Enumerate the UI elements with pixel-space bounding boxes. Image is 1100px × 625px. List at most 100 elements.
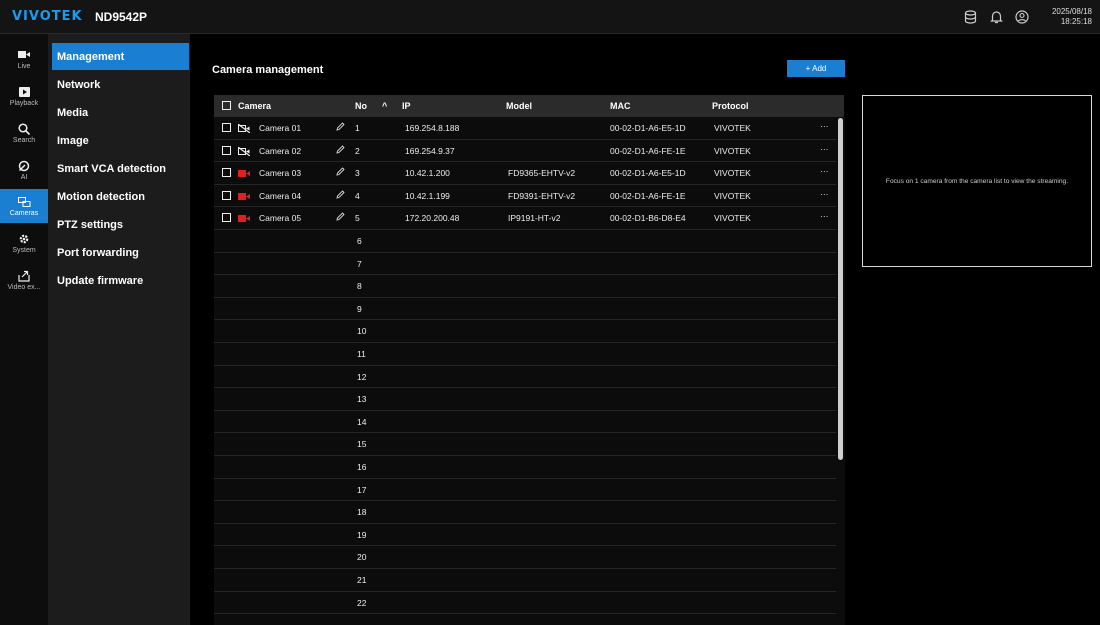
menu-item-media[interactable]: Media: [52, 99, 189, 126]
user-icon[interactable]: [1014, 9, 1030, 25]
col-camera[interactable]: Camera: [238, 101, 271, 111]
rail-item-system[interactable]: System: [0, 226, 48, 260]
page-title: Camera management: [212, 64, 324, 76]
col-ip[interactable]: IP: [402, 101, 411, 111]
table-row[interactable]: 12: [214, 366, 836, 389]
rail-label: Video ex...: [7, 283, 41, 291]
camera-name: Camera 01: [259, 123, 302, 133]
row-checkbox[interactable]: [222, 213, 231, 223]
table-row[interactable]: 20: [214, 546, 836, 569]
col-protocol[interactable]: Protocol: [712, 101, 749, 111]
camera-table: Camera No ^ IP Model MAC Protocol Camera…: [214, 95, 844, 625]
table-row[interactable]: 8: [214, 275, 836, 298]
table-row[interactable]: 15: [214, 433, 836, 456]
table-row[interactable]: 22: [214, 592, 836, 615]
sort-asc-icon[interactable]: ^: [382, 101, 387, 111]
slot-no: 9: [357, 303, 362, 314]
camera-name: Camera 03: [259, 168, 302, 179]
table-row[interactable]: Camera 05 5 172.20.200.48 IP9191-HT-v2 00-02…: [214, 207, 836, 230]
cameras-icon: [17, 196, 31, 208]
rail-item-video-export[interactable]: Video ex...: [0, 263, 48, 297]
gear-icon: [17, 233, 31, 245]
datetime: 2025/08/18 18:25:18: [1052, 7, 1092, 27]
more-options-icon[interactable]: ···: [820, 144, 829, 154]
table-row[interactable]: 9: [214, 298, 836, 321]
table-row[interactable]: 11: [214, 343, 836, 366]
preview-hint: Focus on 1 camera from the camera list t…: [885, 177, 1069, 185]
top-icons: [962, 9, 1030, 25]
table-row[interactable]: Camera 02 2 169.254.9.37 00-02-D1-A6-FE-1E V…: [214, 140, 836, 163]
row-checkbox[interactable]: [222, 190, 231, 200]
table-row[interactable]: 7: [214, 253, 836, 276]
table-row[interactable]: Camera 04 4 10.42.1.199 FD9391-EHTV-v2 00-02…: [214, 185, 836, 208]
rail-label: AI: [20, 173, 28, 181]
table-row[interactable]: 10: [214, 320, 836, 343]
slot-no: 21: [357, 575, 367, 585]
table-row[interactable]: 14: [214, 411, 836, 434]
rail-item-playback[interactable]: Playback: [0, 79, 48, 113]
table-row[interactable]: 6: [214, 230, 836, 253]
slot-no: 7: [357, 258, 362, 269]
camera-mac: 00-02-D1-A6-FE-1E: [610, 190, 686, 201]
col-model[interactable]: Model: [506, 101, 532, 111]
table-row[interactable]: 19: [214, 524, 836, 547]
menu-item-ptz-settings[interactable]: PTZ settings: [52, 211, 189, 238]
table-row[interactable]: Camera 01 1 169.254.8.188 00-02-D1-A6-E5-1D…: [214, 117, 836, 140]
database-icon[interactable]: [962, 9, 978, 25]
table-header: Camera No ^ IP Model MAC Protocol: [214, 95, 844, 117]
stream-preview: Focus on 1 camera from the camera list t…: [862, 95, 1092, 267]
slot-no: 22: [357, 597, 367, 608]
menu-item-network[interactable]: Network: [52, 71, 189, 98]
slot-no: 14: [357, 416, 367, 427]
edit-pencil-icon[interactable]: [336, 212, 345, 223]
edit-pencil-icon[interactable]: [336, 190, 345, 201]
edit-pencil-icon[interactable]: [336, 144, 345, 156]
menu-item-management[interactable]: Management: [52, 43, 189, 70]
more-options-icon[interactable]: ···: [820, 189, 829, 199]
rail-item-search[interactable]: Search: [0, 116, 48, 150]
edit-pencil-icon[interactable]: [336, 167, 345, 178]
rail-item-ai[interactable]: AI: [0, 153, 48, 187]
camera-ip: 169.254.8.188: [405, 123, 460, 133]
row-checkbox[interactable]: [222, 123, 231, 132]
menu-item-image[interactable]: Image: [52, 127, 189, 154]
col-no[interactable]: No: [355, 101, 367, 111]
more-options-icon[interactable]: ···: [820, 211, 829, 221]
bell-icon[interactable]: [988, 9, 1004, 25]
menu-item-update-firmware[interactable]: Update firmware: [52, 267, 189, 294]
slot-no: 10: [357, 326, 367, 337]
slot-no: 18: [357, 507, 367, 518]
table-row[interactable]: 17: [214, 479, 836, 502]
camera-protocol: VIVOTEK: [714, 123, 751, 133]
select-all-checkbox[interactable]: [222, 101, 231, 110]
camera-protocol: VIVOTEK: [714, 168, 751, 179]
table-scrollbar[interactable]: [838, 118, 843, 460]
slot-no: 8: [357, 281, 362, 292]
table-row[interactable]: 18: [214, 501, 836, 524]
col-mac[interactable]: MAC: [610, 101, 631, 111]
rail-item-live[interactable]: Live: [0, 42, 48, 76]
left-rail: Live Playback Search AI Cameras System V…: [0, 34, 48, 625]
row-checkbox[interactable]: [222, 145, 231, 155]
camera-disconnected-icon: [237, 146, 251, 158]
camera-name: Camera 05: [259, 213, 302, 224]
table-row[interactable]: 16: [214, 456, 836, 479]
table-row[interactable]: 13: [214, 388, 836, 411]
slot-no: 12: [357, 371, 367, 382]
camera-recording-icon: [238, 214, 250, 225]
menu-item-port-forwarding[interactable]: Port forwarding: [52, 239, 189, 266]
menu-item-motion-detection[interactable]: Motion detection: [52, 183, 189, 210]
slot-no: 20: [357, 552, 367, 563]
more-options-icon[interactable]: ···: [820, 121, 829, 131]
row-checkbox[interactable]: [222, 168, 231, 178]
add-camera-button[interactable]: + Add: [787, 60, 845, 77]
more-options-icon[interactable]: ···: [820, 166, 829, 176]
slot-no: 17: [357, 484, 367, 495]
rail-label: Playback: [9, 99, 39, 107]
table-row[interactable]: Camera 03 3 10.42.1.200 FD9365-EHTV-v2 00-02…: [214, 162, 836, 185]
menu-item-smart-vca[interactable]: Smart VCA detection: [52, 155, 189, 182]
table-row[interactable]: 21: [214, 569, 836, 592]
rail-item-cameras[interactable]: Cameras: [0, 189, 48, 223]
camera-mac: 00-02-D1-A6-E5-1D: [610, 123, 686, 133]
edit-pencil-icon[interactable]: [336, 122, 345, 133]
